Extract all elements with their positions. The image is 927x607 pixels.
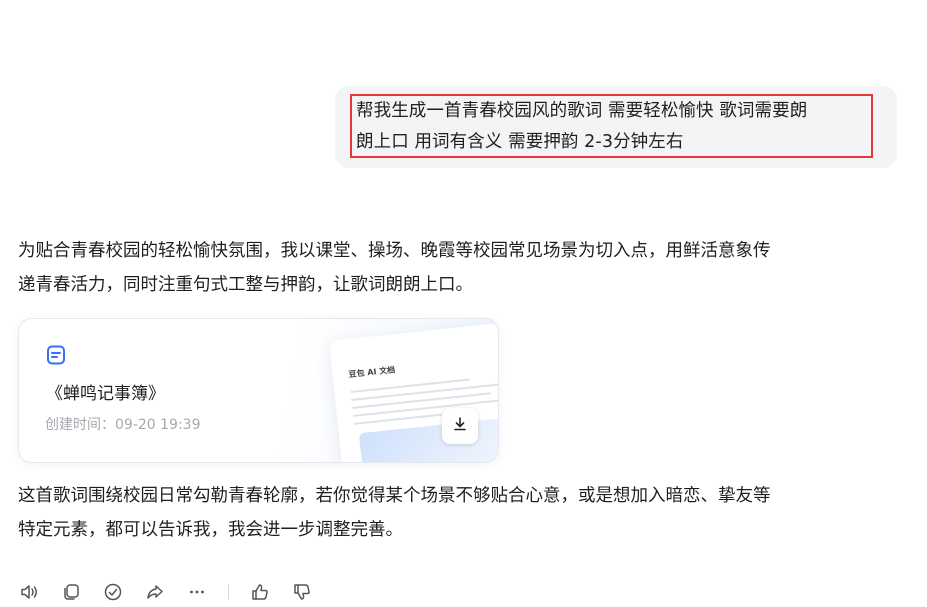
- document-created-time: 创建时间：09-20 19:39: [45, 417, 201, 433]
- download-icon: [452, 416, 468, 436]
- verify-button[interactable]: [102, 581, 124, 603]
- read-aloud-button[interactable]: [18, 581, 40, 603]
- assistant-intro-paragraph: 为贴合青春校园的轻松愉快氛围，我以课堂、操场、晚霞等校园常见场景为切入点，用鲜活…: [18, 234, 898, 302]
- document-card[interactable]: 《蝉鸣记事簿》 创建时间：09-20 19:39 豆包 AI 文档: [18, 318, 499, 463]
- share-button[interactable]: [144, 581, 166, 603]
- check-circle-icon: [103, 582, 123, 602]
- thumbs-up-icon: [250, 582, 270, 602]
- copy-button[interactable]: [60, 581, 82, 603]
- more-button[interactable]: [186, 581, 208, 603]
- preview-text-line: [352, 392, 492, 409]
- user-message-text: 帮我生成一首青春校园风的歌词 需要轻松愉快 歌词需要朗 朗上口 用词有含义 需要…: [356, 96, 872, 158]
- share-icon: [145, 582, 165, 602]
- message-action-bar: [18, 580, 333, 604]
- more-icon: [187, 582, 207, 602]
- user-message-line-2: 朗上口 用词有含义 需要押韵 2-3分钟左右: [356, 132, 684, 152]
- action-divider: [228, 584, 229, 600]
- assistant-outro-line-2: 特定元素，都可以告诉我，我会进一步调整完善。: [18, 520, 403, 540]
- assistant-outro-line-1: 这首歌词围绕校园日常勾勒青春轮廓，若你觉得某个场景不够贴合心意，或是想加入暗恋、…: [18, 486, 771, 506]
- preview-text-line: [350, 378, 470, 394]
- assistant-outro-paragraph: 这首歌词围绕校园日常勾勒青春轮廓，若你觉得某个场景不够贴合心意，或是想加入暗恋、…: [18, 479, 898, 547]
- download-button[interactable]: [442, 408, 478, 444]
- thumbs-down-icon: [292, 582, 312, 602]
- assistant-intro-line-2: 递青春活力，同时注重句式工整与押韵，让歌词朗朗上口。: [18, 275, 473, 295]
- copy-icon: [61, 582, 81, 602]
- document-preview-label: 豆包 AI 文档: [348, 365, 396, 380]
- dislike-button[interactable]: [291, 581, 313, 603]
- assistant-intro-line-1: 为贴合青春校园的轻松愉快氛围，我以课堂、操场、晚霞等校园常见场景为切入点，用鲜活…: [18, 241, 771, 261]
- speaker-icon: [19, 582, 39, 602]
- document-icon: [46, 345, 66, 365]
- document-title[interactable]: 《蝉鸣记事簿》: [46, 381, 165, 407]
- user-message-line-1: 帮我生成一首青春校园风的歌词 需要轻松愉快 歌词需要朗: [356, 101, 808, 121]
- like-button[interactable]: [249, 581, 271, 603]
